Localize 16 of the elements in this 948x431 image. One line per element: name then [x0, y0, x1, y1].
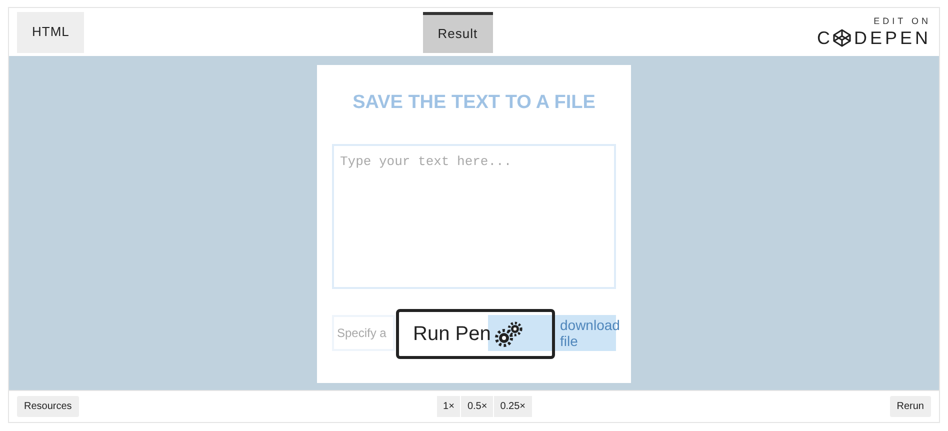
run-pen-button[interactable]: Run Pen [396, 309, 555, 359]
zoom-button[interactable]: 0.5× [461, 396, 494, 417]
filename-field[interactable]: Specify a [332, 314, 395, 350]
zoom-button[interactable]: 0.25× [494, 396, 532, 417]
logo-text: DEPEN [854, 29, 931, 47]
cube-icon [832, 29, 851, 47]
zoom-button[interactable]: 1× [437, 396, 460, 417]
resources-button[interactable]: Resources [17, 396, 79, 417]
logo-text: C [816, 29, 833, 47]
text-area[interactable]: Type your text here... [332, 144, 616, 288]
gears-icon [494, 321, 523, 347]
logo-caption: EDIT ON [874, 17, 931, 26]
tab[interactable]: HTML [17, 12, 84, 52]
tab[interactable]: Result [422, 12, 493, 52]
rerun-button[interactable]: Rerun [890, 396, 931, 417]
page-heading: SAVE THE TEXT TO A FILE [352, 91, 596, 115]
